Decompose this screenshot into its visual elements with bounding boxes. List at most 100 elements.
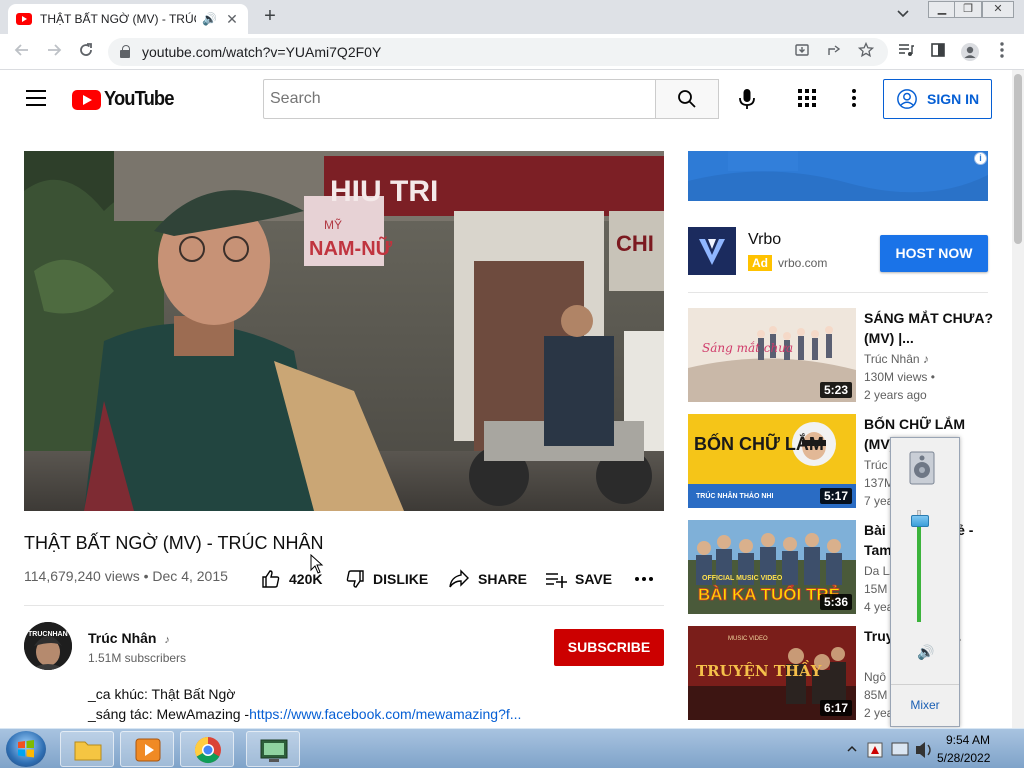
taskbar-explorer[interactable] bbox=[60, 731, 114, 767]
reload-button[interactable] bbox=[76, 42, 96, 62]
share-page-button[interactable] bbox=[824, 42, 844, 62]
mute-speaker-icon[interactable]: 🔊 bbox=[917, 644, 934, 661]
address-bar[interactable]: youtube.com/watch?v=YUAmi7Q2F0Y bbox=[108, 38, 888, 66]
volume-level-fill bbox=[917, 521, 921, 622]
microphone-icon bbox=[739, 89, 755, 109]
scrollbar-thumb[interactable] bbox=[1014, 74, 1022, 244]
minimize-window-button[interactable]: ▁ bbox=[928, 1, 956, 18]
divider bbox=[688, 292, 988, 293]
start-button[interactable] bbox=[6, 731, 46, 767]
thumbs-up-icon bbox=[262, 570, 280, 588]
lock-icon[interactable] bbox=[120, 45, 130, 58]
youtube-header: YouTube SIGN IN bbox=[0, 70, 1012, 128]
taskbar-app[interactable] bbox=[246, 731, 300, 767]
voice-search-button[interactable] bbox=[732, 84, 762, 114]
youtube-play-icon bbox=[72, 89, 101, 110]
subscribe-button[interactable]: SUBSCRIBE bbox=[554, 629, 664, 666]
right-sign-text: CHI bbox=[616, 231, 654, 256]
recommendation-item[interactable]: OFFICIAL MUSIC VIDEO BÀI KA TUỔI TRẺ 5:3… bbox=[688, 520, 1008, 614]
channel-name[interactable]: Trúc Nhân ♪ bbox=[88, 630, 170, 646]
recommendation-title[interactable]: SÁNG MẮT CHƯA? (MV) |... bbox=[864, 308, 994, 348]
kebab-menu-icon bbox=[1000, 42, 1004, 58]
video-thumbnail[interactable]: OFFICIAL MUSIC VIDEO BÀI KA TUỔI TRẺ 5:3… bbox=[688, 520, 856, 614]
audio-playing-icon[interactable]: 🔊 bbox=[202, 12, 217, 26]
ad-banner-image bbox=[688, 151, 988, 201]
close-tab-icon[interactable]: ✕ bbox=[224, 11, 240, 28]
settings-button[interactable] bbox=[846, 88, 862, 108]
sign-in-button[interactable]: SIGN IN bbox=[883, 79, 992, 119]
youtube-logo[interactable]: YouTube bbox=[72, 88, 180, 111]
sign-in-label[interactable]: SIGN IN bbox=[927, 91, 979, 107]
taskbar bbox=[0, 728, 1024, 768]
speaker-device-icon[interactable] bbox=[907, 450, 937, 486]
browser-toolbar: youtube.com/watch?v=YUAmi7Q2F0Y bbox=[0, 34, 1024, 70]
monitor-app-icon bbox=[260, 739, 288, 762]
media-control-button[interactable] bbox=[896, 42, 916, 62]
restore-window-button[interactable]: ❐ bbox=[954, 1, 982, 18]
recommendation-channel: Ngô bbox=[864, 670, 887, 684]
page-scrollbar[interactable] bbox=[1012, 70, 1024, 728]
music-note-icon: ♪ bbox=[922, 352, 929, 366]
new-tab-button[interactable]: + bbox=[258, 5, 282, 29]
thumbs-down-icon bbox=[346, 570, 364, 588]
clock-date[interactable]: 5/28/2022 bbox=[937, 751, 990, 765]
recommendation-age: 2 yea bbox=[864, 706, 894, 720]
description-link[interactable]: https://www.facebook.com/mewamazing?f... bbox=[249, 706, 521, 722]
search-input[interactable] bbox=[263, 79, 656, 119]
video-thumbnail[interactable]: Sáng mắt chưa 5:23 bbox=[688, 308, 856, 402]
share-arrow-icon bbox=[449, 569, 469, 588]
playlist-add-icon bbox=[546, 573, 567, 588]
search-button[interactable] bbox=[655, 79, 719, 119]
recommendation-views: 15M bbox=[864, 582, 888, 596]
side-panel-button[interactable] bbox=[928, 42, 948, 62]
thumbnail-subtext: OFFICIAL MUSIC VIDEO bbox=[702, 575, 783, 582]
channel-avatar[interactable]: TRUCNHAN bbox=[24, 622, 72, 670]
install-icon bbox=[795, 44, 809, 56]
clock-time[interactable]: 9:54 AM bbox=[946, 733, 990, 747]
video-thumbnail[interactable]: BỐN CHỮ LẮM TRÚC NHÂN THẢO NHI 5:17 bbox=[688, 414, 856, 508]
mixer-link[interactable]: Mixer bbox=[891, 698, 959, 712]
bookmark-button[interactable] bbox=[856, 41, 876, 62]
install-app-button[interactable] bbox=[792, 42, 812, 62]
divider bbox=[891, 684, 959, 685]
host-now-button[interactable]: HOST NOW bbox=[880, 235, 988, 272]
hamburger-menu-icon[interactable] bbox=[26, 90, 46, 106]
browser-menu-button[interactable] bbox=[992, 42, 1012, 62]
youtube-favicon-icon bbox=[16, 13, 32, 25]
channel-name-text[interactable]: Trúc Nhân bbox=[88, 630, 156, 646]
video-meta: 114,679,240 views • Dec 4, 2015 bbox=[24, 568, 228, 584]
tab-search-button[interactable] bbox=[896, 6, 916, 23]
save-button[interactable]: SAVE bbox=[545, 566, 612, 592]
profile-button[interactable] bbox=[960, 42, 980, 62]
ad-info-icon[interactable]: i bbox=[974, 152, 987, 165]
close-window-button[interactable]: ✕ bbox=[982, 1, 1014, 18]
more-actions-button[interactable] bbox=[634, 566, 662, 592]
address-url[interactable]: youtube.com/watch?v=YUAmi7Q2F0Y bbox=[142, 44, 381, 60]
windows-logo-icon bbox=[18, 740, 34, 758]
vrbo-logo[interactable] bbox=[688, 227, 736, 275]
video-thumbnail[interactable]: MUSIC VIDEO TRUYỆN THẦY 6:17 bbox=[688, 626, 856, 720]
chevron-down-icon bbox=[897, 10, 909, 18]
browser-tab-strip: THẬT BẤT NGỜ (MV) - TRÚC 🔊 ✕ + ▁ ❐ ✕ bbox=[0, 0, 1024, 34]
ad-url: vrbo.com bbox=[778, 256, 828, 270]
recommendation-item[interactable]: Sáng mắt chưa 5:23 SÁNG MẮT CHƯA? (MV) |… bbox=[688, 308, 1008, 402]
recommendation-item[interactable]: MUSIC VIDEO TRUYỆN THẦY 6:17 Truyện Ngôn… bbox=[688, 626, 1008, 720]
taskbar-media-player[interactable] bbox=[120, 731, 174, 767]
recommendation-views: 85M bbox=[864, 688, 888, 702]
kebab-menu-icon bbox=[852, 89, 856, 107]
ad-badge: Ad bbox=[748, 255, 772, 271]
star-icon bbox=[857, 41, 875, 58]
ad-title[interactable]: Vrbo bbox=[748, 231, 781, 249]
back-button[interactable] bbox=[12, 42, 32, 62]
share-button[interactable]: SHARE bbox=[448, 566, 527, 592]
video-player[interactable]: HIU TRI NAM-NỮ MỸ CHI bbox=[24, 151, 664, 511]
dislike-button[interactable]: DISLIKE bbox=[345, 566, 428, 592]
recommendation-item[interactable]: BỐN CHỮ LẮM TRÚC NHÂN THẢO NHI 5:17 BỐN … bbox=[688, 414, 1008, 508]
apps-button[interactable] bbox=[797, 88, 817, 108]
volume-slider-thumb[interactable] bbox=[911, 515, 929, 527]
browser-tab[interactable]: THẬT BẤT NGỜ (MV) - TRÚC 🔊 ✕ bbox=[8, 4, 248, 34]
ad-banner[interactable] bbox=[688, 151, 988, 201]
forward-button[interactable] bbox=[44, 42, 64, 62]
video-frame: HIU TRI NAM-NỮ MỸ CHI bbox=[24, 151, 664, 511]
taskbar-chrome[interactable] bbox=[180, 731, 234, 767]
